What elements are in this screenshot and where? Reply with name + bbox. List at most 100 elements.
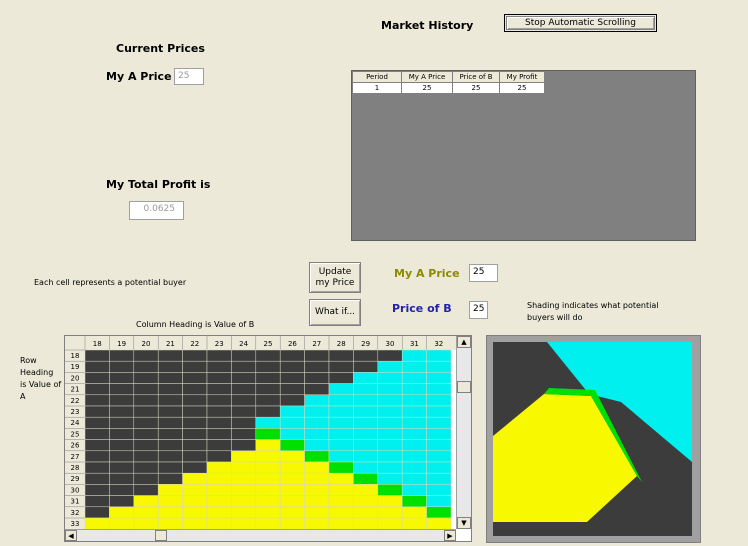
- grid-cell[interactable]: [377, 383, 403, 396]
- grid-cell[interactable]: [304, 506, 330, 519]
- grid-cell[interactable]: [206, 484, 232, 496]
- grid-cell[interactable]: [304, 372, 330, 384]
- grid-cell[interactable]: [328, 383, 354, 396]
- grid-cell[interactable]: [279, 472, 305, 485]
- scroll-right-icon[interactable]: ▶: [444, 530, 456, 541]
- grid-cell[interactable]: [328, 450, 354, 463]
- grid-cell[interactable]: [426, 461, 452, 474]
- grid-cell[interactable]: [255, 405, 281, 418]
- grid-cell[interactable]: [426, 405, 452, 418]
- grid-cell[interactable]: [182, 416, 208, 429]
- grid-cell[interactable]: [353, 372, 379, 384]
- grid-cell[interactable]: [353, 484, 379, 496]
- grid-cell[interactable]: [401, 416, 427, 429]
- grid-cell[interactable]: [353, 461, 379, 474]
- grid-cell[interactable]: [401, 484, 427, 496]
- grid-cell[interactable]: [84, 372, 110, 384]
- grid-cell[interactable]: [133, 360, 159, 373]
- grid-cell[interactable]: [182, 484, 208, 496]
- grid-cell[interactable]: [206, 461, 232, 474]
- grid-cell[interactable]: [133, 517, 159, 530]
- grid-cell[interactable]: [279, 360, 305, 373]
- grid-cell[interactable]: [206, 450, 232, 463]
- grid-cell[interactable]: [133, 484, 159, 496]
- grid-cell[interactable]: [231, 428, 257, 440]
- grid-cell[interactable]: [304, 439, 330, 452]
- grid-cell[interactable]: [353, 439, 379, 452]
- grid-cell[interactable]: [182, 360, 208, 373]
- grid-cell[interactable]: [133, 349, 159, 362]
- grid-vertical-scrollbar[interactable]: ▲ ▼: [456, 336, 471, 529]
- grid-cell[interactable]: [255, 472, 281, 485]
- grid-cell[interactable]: [182, 506, 208, 519]
- grid-cell[interactable]: [426, 506, 452, 519]
- grid-cell[interactable]: [206, 506, 232, 519]
- grid-cell[interactable]: [109, 517, 135, 530]
- grid-cell[interactable]: [328, 405, 354, 418]
- grid-cell[interactable]: [304, 383, 330, 396]
- grid-cell[interactable]: [157, 372, 183, 384]
- grid-cell[interactable]: [426, 450, 452, 463]
- stop-scrolling-button[interactable]: Stop Automatic Scrolling: [506, 16, 655, 30]
- grid-cell[interactable]: [328, 439, 354, 452]
- grid-cell[interactable]: [426, 349, 452, 362]
- grid-cell[interactable]: [353, 428, 379, 440]
- grid-cell[interactable]: [84, 506, 110, 519]
- grid-cell[interactable]: [84, 360, 110, 373]
- grid-cell[interactable]: [304, 428, 330, 440]
- grid-cell[interactable]: [401, 439, 427, 452]
- grid-cell[interactable]: [353, 495, 379, 508]
- grid-cell[interactable]: [304, 394, 330, 407]
- grid-cell[interactable]: [377, 495, 403, 508]
- grid-cell[interactable]: [401, 349, 427, 362]
- grid-cell[interactable]: [279, 416, 305, 429]
- grid-cell[interactable]: [353, 506, 379, 519]
- scroll-down-icon[interactable]: ▼: [457, 517, 471, 529]
- grid-cell[interactable]: [157, 349, 183, 362]
- grid-cell[interactable]: [231, 517, 257, 530]
- grid-cell[interactable]: [255, 394, 281, 407]
- grid-cell[interactable]: [109, 360, 135, 373]
- grid-cell[interactable]: [182, 394, 208, 407]
- grid-cell[interactable]: [182, 405, 208, 418]
- grid-cell[interactable]: [206, 383, 232, 396]
- grid-cell[interactable]: [377, 405, 403, 418]
- grid-cell[interactable]: [426, 495, 452, 508]
- grid-cell[interactable]: [328, 349, 354, 362]
- grid-cell[interactable]: [109, 416, 135, 429]
- grid-cell[interactable]: [328, 394, 354, 407]
- grid-cell[interactable]: [377, 450, 403, 463]
- grid-cell[interactable]: [328, 428, 354, 440]
- grid-cell[interactable]: [279, 450, 305, 463]
- grid-cell[interactable]: [109, 506, 135, 519]
- what-if-my-a-price-input[interactable]: 25: [469, 264, 498, 282]
- grid-cell[interactable]: [157, 394, 183, 407]
- grid-cell[interactable]: [377, 472, 403, 485]
- grid-cell[interactable]: [157, 472, 183, 485]
- grid-cell[interactable]: [353, 383, 379, 396]
- buyer-grid[interactable]: 18 19 20 21 22 23 24 25 26 27 28 29 30 31 32 18 19 20 21 22…: [64, 335, 472, 542]
- grid-cell[interactable]: [84, 461, 110, 474]
- grid-cell[interactable]: [401, 506, 427, 519]
- grid-cell[interactable]: [279, 517, 305, 530]
- grid-cell[interactable]: [401, 372, 427, 384]
- grid-cell[interactable]: [133, 372, 159, 384]
- grid-cell[interactable]: [255, 517, 281, 530]
- grid-cell[interactable]: [328, 506, 354, 519]
- grid-cell[interactable]: [133, 506, 159, 519]
- scroll-left-icon[interactable]: ◀: [65, 530, 77, 541]
- grid-cell[interactable]: [84, 439, 110, 452]
- grid-cell[interactable]: [157, 506, 183, 519]
- grid-cell[interactable]: [109, 349, 135, 362]
- grid-cell[interactable]: [133, 416, 159, 429]
- grid-cell[interactable]: [231, 349, 257, 362]
- grid-cell[interactable]: [304, 349, 330, 362]
- grid-cell[interactable]: [279, 506, 305, 519]
- grid-cell[interactable]: [304, 450, 330, 463]
- grid-cell[interactable]: [255, 506, 281, 519]
- grid-cell[interactable]: [231, 416, 257, 429]
- grid-cell[interactable]: [133, 394, 159, 407]
- grid-cell[interactable]: [426, 472, 452, 485]
- grid-cell[interactable]: [182, 450, 208, 463]
- grid-cell[interactable]: [426, 517, 452, 530]
